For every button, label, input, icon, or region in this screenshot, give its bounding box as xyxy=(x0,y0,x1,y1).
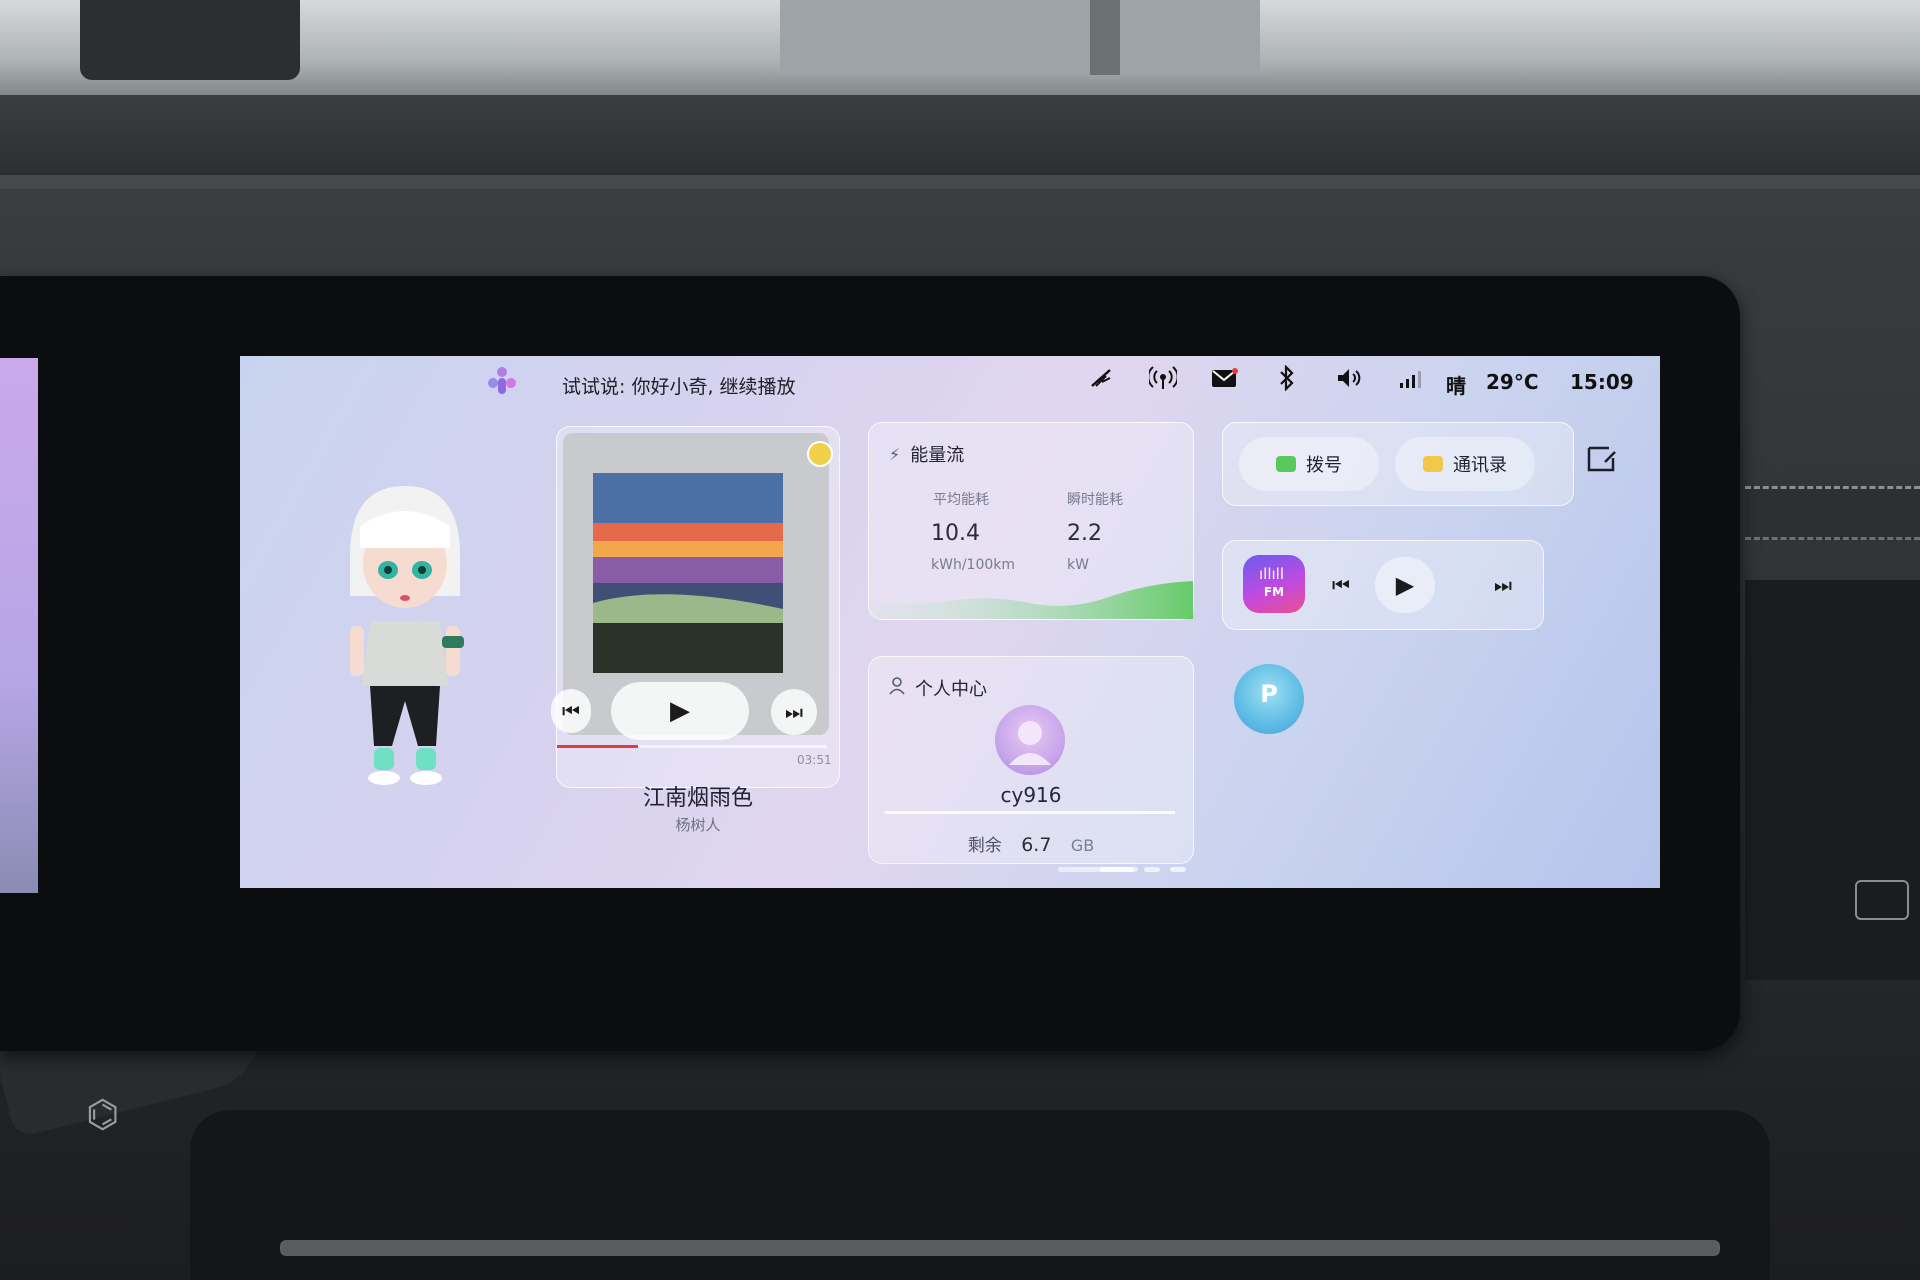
windshield-mount-post xyxy=(1090,0,1120,75)
door-switch[interactable] xyxy=(1855,880,1909,920)
page-dot[interactable] xyxy=(1170,867,1186,872)
signal-icon xyxy=(1380,367,1442,395)
remaining-label: 剩余 xyxy=(967,836,1002,856)
windshield-frame xyxy=(80,0,300,80)
music-card[interactable]: ⏮ ▶ ⏭ 03:51 江南烟雨色 杨树人 xyxy=(551,426,840,834)
phone-card: 拨号 通讯录 xyxy=(1222,422,1574,506)
mail-icon xyxy=(1194,367,1256,395)
avg-consumption-label: 平均能耗 xyxy=(933,492,989,508)
radio-play-button[interactable]: ▶ xyxy=(1375,557,1435,613)
song-artist: 杨树人 xyxy=(675,816,721,834)
vent-slat xyxy=(280,1240,1720,1256)
user-avatar[interactable] xyxy=(995,705,1065,775)
energy-title: ⚡ 能量流 xyxy=(889,441,964,467)
remaining-unit: GB xyxy=(1070,836,1095,855)
hotspot-icon xyxy=(1132,365,1194,397)
energy-flow-card[interactable]: ⚡ 能量流 平均能耗 10.4 kWh/100km 瞬时能耗 2.2 kW xyxy=(868,422,1194,620)
radio-card: ıllıll FM ⏮ ▶ ⏭ xyxy=(1222,540,1544,630)
dashboard-top xyxy=(0,95,1920,185)
dashboard-stitching xyxy=(1745,486,1920,540)
assistant-avatar[interactable] xyxy=(330,486,480,786)
voice-hint: 试试说: 你好小奇, 继续播放 xyxy=(562,376,796,398)
page-dot[interactable] xyxy=(1144,867,1160,872)
fm-radio-icon[interactable]: ıllıll FM xyxy=(1243,555,1305,613)
fm-logo-text: FM xyxy=(1263,585,1285,599)
person-icon xyxy=(889,677,905,699)
status-bar: 试试说: 你好小奇, 继续播放 晴 29°C 15:09 xyxy=(240,356,1660,406)
dialpad-icon xyxy=(1276,456,1296,472)
song-title: 江南烟雨色 xyxy=(642,786,753,811)
wiper-icon xyxy=(1070,366,1132,396)
storage-remaining: 剩余 6.7 GB xyxy=(869,831,1193,856)
music-progress-fill xyxy=(557,745,638,748)
dial-button[interactable]: 拨号 xyxy=(1239,437,1379,491)
music-duration: 03:51 xyxy=(797,753,832,767)
wiper-stalk-icon: ⌬ xyxy=(86,1092,120,1136)
voice-assistant-icon[interactable] xyxy=(484,366,520,396)
status-icons xyxy=(1070,364,1442,397)
music-play-button[interactable]: ▶ xyxy=(611,682,749,740)
volume-icon xyxy=(1318,366,1380,396)
avg-consumption-value: 10.4 xyxy=(931,521,980,546)
door-panel xyxy=(1745,580,1920,980)
dashboard-ridge xyxy=(0,175,1920,189)
contacts-button[interactable]: 通讯录 xyxy=(1395,437,1535,491)
username: cy916 xyxy=(1000,783,1062,807)
music-progress-bar[interactable] xyxy=(557,745,827,748)
remaining-value: 6.7 xyxy=(1021,834,1052,856)
energy-wave-graph xyxy=(869,581,1193,619)
dial-label: 拨号 xyxy=(1306,455,1342,476)
edit-layout-icon[interactable] xyxy=(1584,442,1620,476)
instant-consumption-unit: kW xyxy=(1067,557,1089,573)
page-dot-active[interactable] xyxy=(1100,867,1134,872)
parking-logo-text: P xyxy=(1260,680,1278,708)
temperature: 29°C xyxy=(1486,370,1539,394)
profile-title: 个人中心 xyxy=(889,675,987,701)
bluetooth-icon xyxy=(1256,364,1318,397)
energy-title-label: 能量流 xyxy=(910,445,965,466)
radio-previous-button[interactable]: ⏮ xyxy=(1319,563,1363,607)
parking-app-icon[interactable]: P xyxy=(1234,664,1304,734)
personal-center-card[interactable]: 个人中心 cy916 剩余 6.7 GB xyxy=(868,656,1194,864)
instant-consumption-label: 瞬时能耗 xyxy=(1067,492,1123,508)
storage-bar xyxy=(885,811,1175,814)
avg-consumption-unit: kWh/100km xyxy=(931,557,1016,573)
music-next-button[interactable]: ⏭ xyxy=(771,689,817,735)
contacts-icon xyxy=(1423,456,1443,472)
instrument-screen-edge xyxy=(0,358,38,893)
page-indicator[interactable] xyxy=(1058,867,1196,872)
lightning-icon: ⚡ xyxy=(889,444,901,464)
radio-next-button[interactable]: ⏭ xyxy=(1481,563,1525,607)
music-previous-button[interactable]: ⏮ xyxy=(551,689,591,733)
clock: 15:09 xyxy=(1570,370,1634,394)
audio-wave-icon: ıllıll xyxy=(1259,565,1285,583)
profile-title-label: 个人中心 xyxy=(915,679,987,700)
windshield-mount xyxy=(780,0,1260,75)
weather-condition: 晴 xyxy=(1446,374,1466,398)
contacts-label: 通讯录 xyxy=(1453,455,1507,476)
instant-consumption-value: 2.2 xyxy=(1067,521,1102,546)
music-source-icon xyxy=(807,441,833,467)
infotainment-screen: 试试说: 你好小奇, 继续播放 晴 29°C 15:09 ⏮ ▶ ⏭ 03:51… xyxy=(240,356,1660,888)
